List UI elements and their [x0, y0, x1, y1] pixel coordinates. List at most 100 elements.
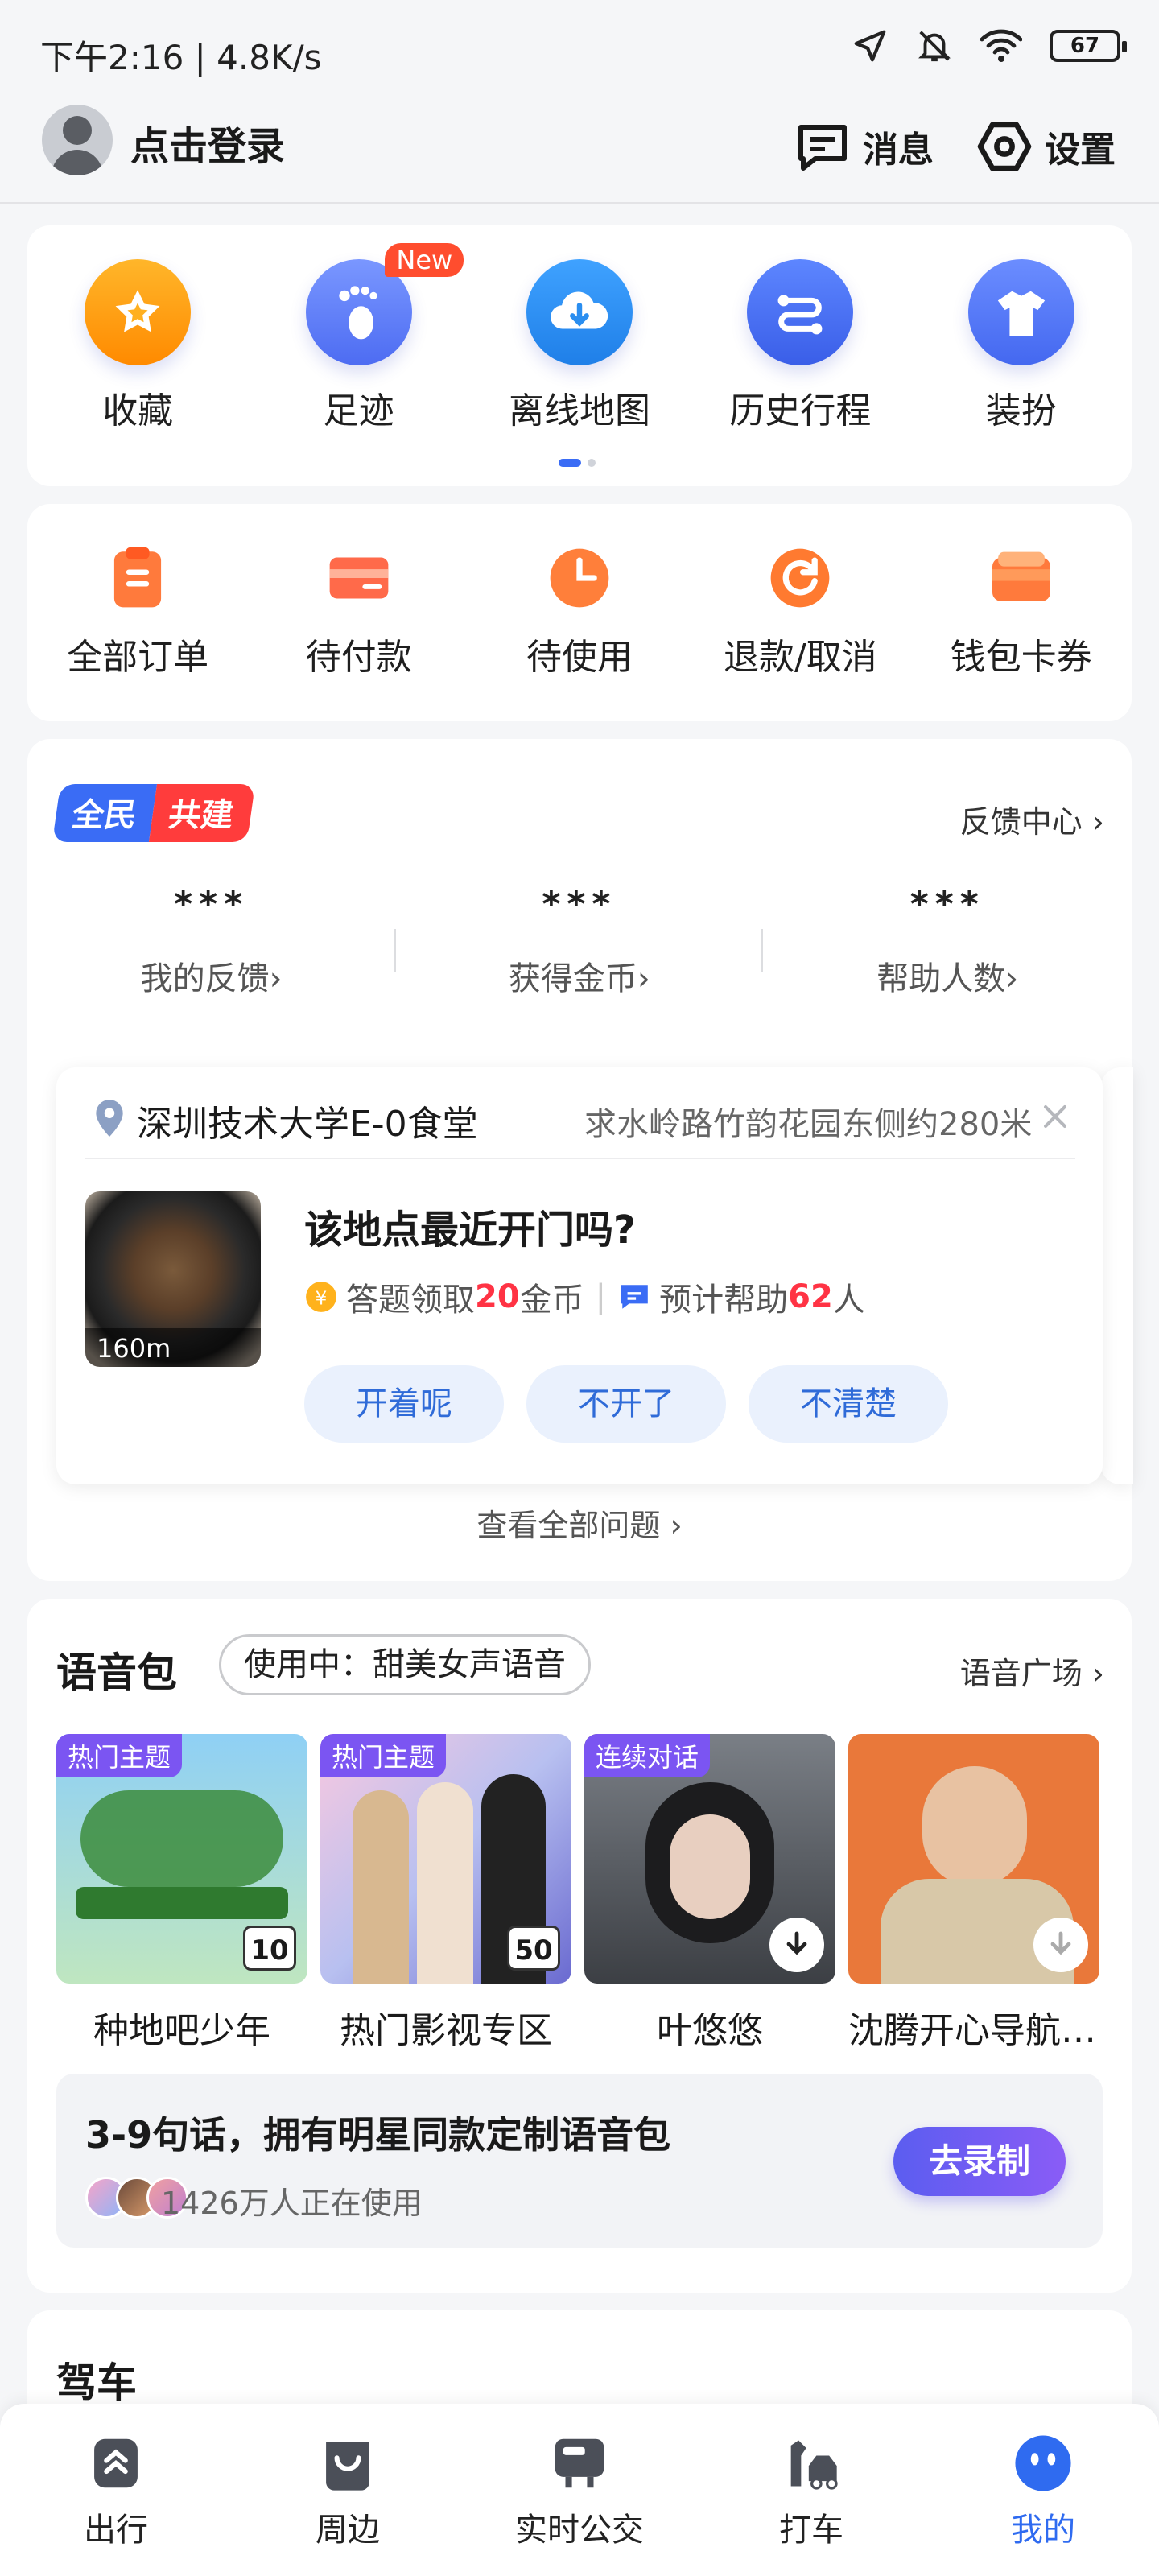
- nav-travel[interactable]: 出行: [0, 2404, 232, 2576]
- pack-tag: 热门主题: [56, 1734, 183, 1777]
- question-card: 深圳技术大学E-0食堂 求水岭路竹韵花园东侧约280米 160m 该地点最近开门…: [56, 1067, 1103, 1484]
- voice-plaza-link[interactable]: 语音广场 ›: [960, 1649, 1104, 1693]
- stat-helped[interactable]: *** 帮助人数›: [764, 884, 1132, 999]
- location-pin-icon: [96, 1100, 123, 1137]
- login-link[interactable]: 点击登录: [130, 114, 285, 171]
- travel-icon: [85, 2433, 146, 2494]
- see-all-label: 查看全部问题: [476, 1508, 661, 1543]
- voice-pack-thumb[interactable]: [848, 1734, 1099, 1984]
- record-button[interactable]: 去录制: [893, 2127, 1066, 2196]
- clipboard-icon: [105, 546, 170, 610]
- tool-label: 收藏: [102, 390, 174, 431]
- settings-button[interactable]: 设置: [975, 118, 1116, 175]
- order-wallet[interactable]: 钱包卡券: [911, 546, 1132, 679]
- cobuild-badge: 全民 共建: [52, 784, 256, 842]
- order-pending-payment[interactable]: 待付款: [248, 546, 468, 679]
- stat-label: 帮助人数: [876, 960, 1006, 997]
- profile-header: 点击登录 消息 设置: [0, 97, 1159, 204]
- place-address: 求水岭路竹韵花园东侧约280米: [584, 1106, 1033, 1143]
- stat-coins[interactable]: *** 获得金币›: [395, 884, 763, 999]
- stat-label: 我的反馈: [140, 960, 270, 997]
- wallet-icon: [989, 546, 1054, 610]
- answer-unsure-button[interactable]: 不清楚: [749, 1365, 948, 1443]
- reward-suffix: 金币: [519, 1282, 584, 1319]
- stat-label: 获得金币: [508, 960, 637, 997]
- pack-count: 10: [243, 1926, 296, 1971]
- tool-offline-map[interactable]: 离线地图: [469, 259, 690, 433]
- help-count: 62: [788, 1278, 833, 1315]
- nav-label: 出行: [84, 2512, 148, 2549]
- chevron-right-icon: ›: [670, 1508, 683, 1543]
- help-suffix: 人: [832, 1282, 865, 1319]
- pack-count: 50: [507, 1926, 560, 1971]
- feedback-center-link[interactable]: 反馈中心 ›: [960, 797, 1104, 841]
- wifi-icon: [980, 29, 1022, 62]
- cloud-download-icon: [526, 259, 633, 365]
- custom-voice-title: 3-9句话，拥有明星同款定制语音包: [85, 2113, 671, 2157]
- message-icon: [798, 125, 847, 171]
- chevron-right-icon: ›: [637, 960, 650, 997]
- new-badge: New: [385, 243, 464, 277]
- order-all[interactable]: 全部订单: [27, 546, 248, 679]
- order-label: 钱包卡券: [950, 637, 1092, 678]
- nav-mine[interactable]: 我的: [927, 2404, 1159, 2576]
- next-question-card-edge: [1101, 1067, 1133, 1484]
- nav-label: 我的: [1011, 2512, 1075, 2549]
- profile-icon: [1013, 2433, 1074, 2494]
- stat-value: ***: [542, 884, 617, 925]
- battery-icon: 67: [1050, 30, 1127, 62]
- voice-plaza-label: 语音广场: [959, 1656, 1083, 1691]
- tool-footprint[interactable]: New 足迹: [248, 243, 468, 433]
- order-label: 待使用: [526, 637, 633, 678]
- download-icon[interactable]: [769, 1918, 824, 1972]
- download-icon[interactable]: [1033, 1918, 1088, 1972]
- stat-value: ***: [174, 884, 250, 925]
- voice-pack-name[interactable]: 种地吧少年: [56, 2001, 307, 2053]
- stat-value: ***: [909, 884, 985, 925]
- stat-my-feedback[interactable]: *** 我的反馈›: [27, 884, 395, 999]
- order-label: 退款/取消: [723, 637, 877, 678]
- voice-pack-name[interactable]: 沈腾开心导航语音: [848, 2001, 1099, 2053]
- bus-icon: [549, 2433, 610, 2494]
- see-all-questions-link[interactable]: 查看全部问题 ›: [27, 1501, 1132, 1545]
- order-label: 待付款: [305, 637, 412, 678]
- nav-nearby[interactable]: 周边: [232, 2404, 464, 2576]
- nav-taxi[interactable]: 打车: [695, 2404, 927, 2576]
- place-photo: 160m: [85, 1191, 261, 1367]
- messages-label: 消息: [863, 130, 934, 171]
- taxi-icon: [781, 2433, 842, 2494]
- settings-hex-icon: [977, 122, 1032, 171]
- chevron-right-icon: ›: [1091, 1656, 1104, 1691]
- tool-label: 离线地图: [508, 390, 650, 431]
- nearby-icon: [317, 2433, 378, 2494]
- voice-in-use[interactable]: 使用中：甜美女声语音: [219, 1634, 591, 1695]
- tools-card: 收藏 New 足迹 离线地图 历史行程 装扮: [27, 225, 1132, 486]
- answer-open-button[interactable]: 开着呢: [304, 1365, 504, 1443]
- reward-amount: 20: [475, 1278, 520, 1315]
- custom-voice-banner: 3-9句话，拥有明星同款定制语音包 1426万人正在使用 去录制: [56, 2074, 1103, 2248]
- messages-button[interactable]: 消息: [794, 118, 934, 175]
- tool-favorites[interactable]: 收藏: [27, 259, 248, 433]
- order-to-use[interactable]: 待使用: [469, 546, 690, 679]
- settings-label: 设置: [1045, 130, 1116, 171]
- voice-pack-thumb[interactable]: 热门主题 50: [320, 1734, 571, 1984]
- nav-label: 实时公交: [515, 2512, 644, 2549]
- mute-bell-icon: [918, 31, 951, 62]
- voice-pack-name[interactable]: 热门影视专区: [320, 2001, 571, 2053]
- close-icon[interactable]: [1041, 1103, 1069, 1130]
- tool-history-trips[interactable]: 历史行程: [690, 259, 910, 433]
- coin-icon: ¥: [306, 1282, 336, 1312]
- voice-pack-thumb[interactable]: 连续对话: [584, 1734, 835, 1984]
- svg-text:¥: ¥: [316, 1288, 328, 1309]
- answer-closed-button[interactable]: 不开了: [526, 1365, 726, 1443]
- tool-dressup[interactable]: 装扮: [911, 259, 1132, 433]
- avatar[interactable]: [42, 105, 113, 175]
- nav-realtime-bus[interactable]: 实时公交: [464, 2404, 695, 2576]
- voice-pack-thumb[interactable]: 热门主题 10: [56, 1734, 307, 1984]
- question-location-row: 深圳技术大学E-0食堂 求水岭路竹韵花园东侧约280米: [85, 1095, 1075, 1159]
- voice-pack-name[interactable]: 叶悠悠: [584, 2001, 835, 2053]
- driving-title: 驾车: [56, 2359, 137, 2406]
- reward-prefix: 答题领取: [346, 1282, 475, 1319]
- card-icon: [327, 546, 391, 610]
- order-refund-cancel[interactable]: 退款/取消: [690, 546, 910, 679]
